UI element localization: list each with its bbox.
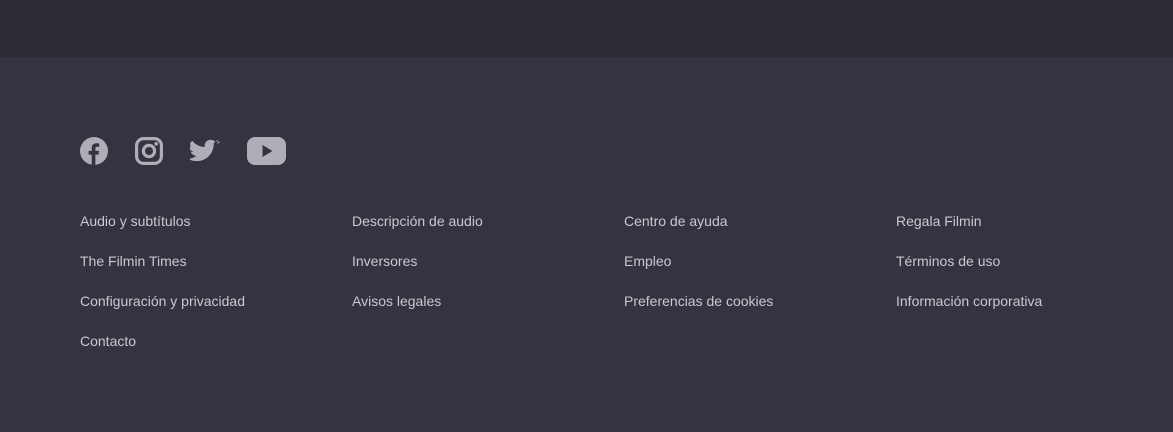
footer-link-centro-ayuda[interactable]: Centro de ayuda xyxy=(624,211,896,251)
twitter-link[interactable] xyxy=(190,138,220,164)
footer-link-terminos-uso[interactable]: Términos de uso xyxy=(896,251,1168,291)
site-footer: Audio y subtítulos Descripción de audio … xyxy=(0,57,1173,432)
footer-link-preferencias-cookies[interactable]: Preferencias de cookies xyxy=(624,291,896,331)
footer-link-contacto[interactable]: Contacto xyxy=(80,331,352,371)
footer-link-audio-subtitulos[interactable]: Audio y subtítulos xyxy=(80,211,352,251)
footer-link-empleo[interactable]: Empleo xyxy=(624,251,896,291)
footer-link-filmin-times[interactable]: The Filmin Times xyxy=(80,251,352,291)
footer-link-regala-filmin[interactable]: Regala Filmin xyxy=(896,211,1168,251)
footer-link-avisos-legales[interactable]: Avisos legales xyxy=(352,291,624,331)
top-band xyxy=(0,0,1173,57)
footer-link-inversores[interactable]: Inversores xyxy=(352,251,624,291)
footer-links: Audio y subtítulos Descripción de audio … xyxy=(80,211,1168,371)
instagram-link[interactable] xyxy=(135,137,163,165)
youtube-link[interactable] xyxy=(247,137,286,165)
instagram-icon xyxy=(135,137,163,165)
footer-link-descripcion-audio[interactable]: Descripción de audio xyxy=(352,211,624,251)
social-links xyxy=(80,136,286,166)
footer-link-informacion-corporativa[interactable]: Información corporativa xyxy=(896,291,1168,331)
facebook-link[interactable] xyxy=(80,137,108,165)
footer-link-configuracion-privacidad[interactable]: Configuración y privacidad xyxy=(80,291,352,331)
twitter-icon xyxy=(190,139,220,162)
facebook-icon xyxy=(80,137,108,165)
youtube-icon xyxy=(247,137,286,165)
